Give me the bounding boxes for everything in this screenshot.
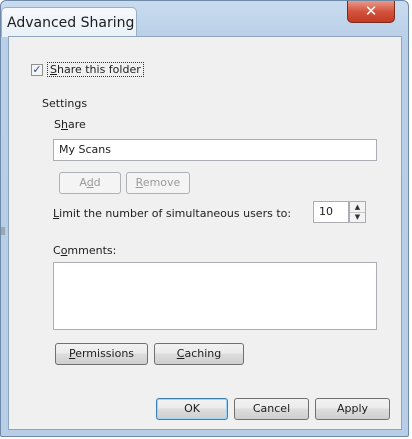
advanced-sharing-window: Advanced Sharing ✕ ✓ Share this folder S… [0, 0, 409, 437]
permissions-button[interactable]: Permissions [55, 343, 148, 365]
share-folder-checkbox-row[interactable]: ✓ Share this folder [31, 62, 144, 77]
label-text: ermissions [75, 347, 135, 360]
label-text: mments: [67, 244, 117, 257]
label-text: C [53, 244, 61, 257]
label-text: S [54, 118, 61, 131]
user-limit-field[interactable]: 10 [313, 201, 349, 223]
window-edge-grip [1, 227, 5, 235]
share-folder-label[interactable]: Share this folder [47, 62, 144, 77]
cancel-button[interactable]: Cancel [234, 398, 309, 420]
caching-button[interactable]: Caching [154, 343, 244, 365]
accel-key: h [60, 118, 68, 131]
apply-button[interactable]: Apply [315, 398, 390, 420]
spin-down-icon[interactable]: ▼ [350, 212, 365, 222]
close-button[interactable]: ✕ [347, 1, 395, 23]
comments-textarea[interactable] [53, 262, 377, 330]
remove-button[interactable]: Remove [126, 172, 190, 194]
user-limit-spinner[interactable]: ▲ ▼ [349, 201, 366, 223]
label-text: are [67, 118, 86, 131]
label-text: imit the number of simultaneous users to… [59, 207, 292, 220]
accel-key: R [135, 176, 143, 189]
dialog-body: ✓ Share this folder Settings Share My Sc… [8, 36, 402, 430]
share-name-field[interactable]: My Scans [53, 139, 377, 161]
share-name-label: Share [54, 118, 86, 131]
label-text: hare this folder [56, 63, 141, 76]
ok-button[interactable]: OK [156, 398, 228, 420]
settings-section-label: Settings [42, 97, 88, 110]
share-folder-checkbox[interactable]: ✓ [31, 62, 43, 76]
label-text: emove [142, 176, 181, 189]
window-title: Advanced Sharing [7, 15, 135, 31]
add-button[interactable]: Add [59, 172, 121, 194]
checkmark-icon: ✓ [32, 62, 42, 76]
user-limit-label: Limit the number of simultaneous users t… [53, 207, 291, 220]
comments-label: Comments: [53, 244, 116, 257]
label-text: A [79, 176, 87, 189]
label-text: d [93, 176, 101, 189]
close-icon: ✕ [364, 2, 378, 20]
accel-key: S [50, 63, 57, 76]
label-text: aching [184, 347, 222, 360]
accel-key: d [86, 176, 94, 189]
title-bar[interactable]: Advanced Sharing ✕ [1, 1, 408, 37]
